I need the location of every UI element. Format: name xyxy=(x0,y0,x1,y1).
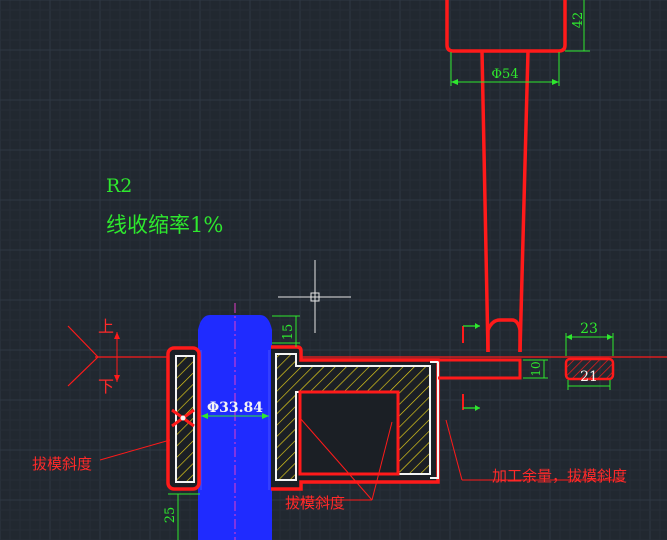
dim-23-label: 23 xyxy=(580,321,598,337)
dim-phi3384-label: Φ33.84 xyxy=(207,400,263,416)
label-machining: 加工余量，拔模斜度 xyxy=(492,467,627,485)
label-down: 下 xyxy=(98,377,114,396)
note-shrinkage: 线收缩率1% xyxy=(106,213,223,237)
dim-42-label: 42 xyxy=(571,12,586,29)
dim-15-label: 15 xyxy=(281,324,296,341)
cad-viewport[interactable]: 42 Φ54 R2 线收缩率1% 上 下 15 Φ33.84 25 23 21 … xyxy=(0,0,667,540)
label-draft-bottom: 拔模斜度 xyxy=(285,494,345,512)
dim-21-label: 21 xyxy=(580,369,598,385)
riser-column xyxy=(445,0,567,353)
hub-section xyxy=(271,345,522,491)
left-flange-section xyxy=(166,346,201,491)
label-up: 上 xyxy=(98,317,114,336)
drawing-canvas[interactable]: 42 Φ54 R2 线收缩率1% 上 下 15 Φ33.84 25 23 21 … xyxy=(0,0,667,540)
note-radius: R2 xyxy=(106,175,132,197)
label-draft-left: 拔模斜度 xyxy=(32,455,92,473)
dim-10-label: 10 xyxy=(529,361,543,376)
dim-phi54-label: Φ54 xyxy=(491,67,518,82)
section-arrows xyxy=(462,323,480,411)
dim-25-label: 25 xyxy=(163,507,178,524)
